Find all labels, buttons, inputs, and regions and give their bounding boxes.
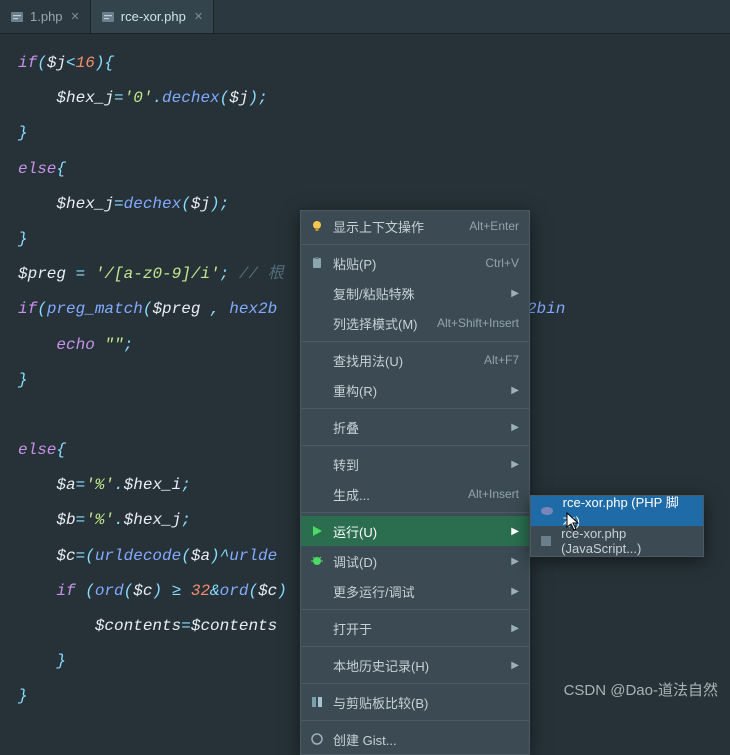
chevron-right-icon: ▶	[511, 526, 519, 537]
submenu-run: rce-xor.php (PHP 脚本)rce-xor.php (JavaScr…	[530, 495, 704, 557]
menu-item[interactable]: 本地历史记录(H) ▶	[301, 650, 529, 680]
menu-item-label: 显示上下文操作	[333, 217, 461, 236]
close-icon[interactable]: ✕	[194, 10, 203, 23]
chevron-right-icon: ▶	[511, 586, 519, 597]
php-file-icon	[101, 10, 115, 24]
menu-item-label: 折叠	[333, 418, 503, 437]
paste-icon	[309, 256, 325, 270]
chevron-right-icon: ▶	[511, 660, 519, 671]
menu-item[interactable]: 运行(U) ▶	[301, 516, 529, 546]
menu-item-label: 与剪贴板比较(B)	[333, 693, 519, 712]
menu-item-label: 粘贴(P)	[333, 254, 477, 273]
menu-separator	[301, 408, 529, 409]
menu-item-label: 查找用法(U)	[333, 351, 476, 370]
tab-bar: 1.php ✕ rce-xor.php ✕	[0, 0, 730, 34]
menu-item-label: 调试(D)	[333, 552, 503, 571]
menu-separator	[301, 341, 529, 342]
menu-item[interactable]: 调试(D) ▶	[301, 546, 529, 576]
menu-item[interactable]: 显示上下文操作 Alt+Enter	[301, 211, 529, 241]
menu-item-shortcut: Alt+F7	[484, 353, 519, 367]
menu-item[interactable]: 创建 Gist...	[301, 724, 529, 754]
menu-item-shortcut: Alt+Enter	[469, 219, 519, 233]
menu-item-label: 运行(U)	[333, 522, 503, 541]
gist-icon	[309, 732, 325, 746]
menu-item[interactable]: 折叠 ▶	[301, 412, 529, 442]
menu-item-label: 创建 Gist...	[333, 730, 519, 749]
submenu-item-label: rce-xor.php (PHP 脚本)	[563, 492, 693, 530]
menu-item[interactable]: 生成... Alt+Insert	[301, 479, 529, 509]
submenu-item-label: rce-xor.php (JavaScript...)	[561, 526, 693, 556]
menu-item-label: 重构(R)	[333, 381, 503, 400]
context-menu: 显示上下文操作 Alt+Enter 粘贴(P) Ctrl+V 复制/粘贴特殊 ▶ 列选择模式…	[300, 210, 530, 755]
tab-rce-xor-php[interactable]: rce-xor.php ✕	[91, 0, 214, 33]
menu-item-label: 转到	[333, 455, 503, 474]
menu-item-label: 打开于	[333, 619, 503, 638]
diff-icon	[309, 695, 325, 709]
menu-item-label: 生成...	[333, 485, 460, 504]
chevron-right-icon: ▶	[511, 556, 519, 567]
tab-label: rce-xor.php	[121, 9, 186, 24]
menu-item-shortcut: Alt+Shift+Insert	[437, 316, 519, 330]
menu-item[interactable]: 复制/粘贴特殊 ▶	[301, 278, 529, 308]
watermark: CSDN @Dao-道法自然	[564, 679, 718, 700]
submenu-item[interactable]: rce-xor.php (JavaScript...)	[531, 526, 703, 556]
js-icon	[539, 534, 553, 548]
menu-separator	[301, 646, 529, 647]
menu-separator	[301, 609, 529, 610]
menu-item-shortcut: Alt+Insert	[468, 487, 519, 501]
menu-item[interactable]: 打开于 ▶	[301, 613, 529, 643]
chevron-right-icon: ▶	[511, 422, 519, 433]
menu-item[interactable]: 转到 ▶	[301, 449, 529, 479]
menu-separator	[301, 445, 529, 446]
menu-item-label: 复制/粘贴特殊	[333, 284, 503, 303]
menu-separator	[301, 244, 529, 245]
menu-separator	[301, 683, 529, 684]
chevron-right-icon: ▶	[511, 385, 519, 396]
menu-separator	[301, 512, 529, 513]
menu-item[interactable]: 列选择模式(M) Alt+Shift+Insert	[301, 308, 529, 338]
php-file-icon	[10, 10, 24, 24]
submenu-item[interactable]: rce-xor.php (PHP 脚本)	[531, 496, 703, 526]
chevron-right-icon: ▶	[511, 459, 519, 470]
chevron-right-icon: ▶	[511, 623, 519, 634]
menu-item[interactable]: 更多运行/调试 ▶	[301, 576, 529, 606]
bug-icon	[309, 554, 325, 568]
tab-label: 1.php	[30, 9, 63, 24]
play-icon	[309, 525, 325, 537]
php-icon	[539, 504, 555, 518]
menu-item[interactable]: 与剪贴板比较(B)	[301, 687, 529, 717]
bulb-icon	[309, 219, 325, 233]
menu-item[interactable]: 重构(R) ▶	[301, 375, 529, 405]
menu-item[interactable]: 粘贴(P) Ctrl+V	[301, 248, 529, 278]
menu-item-label: 列选择模式(M)	[333, 314, 429, 333]
tab-1-php[interactable]: 1.php ✕	[0, 0, 91, 33]
chevron-right-icon: ▶	[511, 288, 519, 299]
menu-separator	[301, 720, 529, 721]
menu-item-label: 本地历史记录(H)	[333, 656, 503, 675]
close-icon[interactable]: ✕	[71, 10, 80, 23]
menu-item-label: 更多运行/调试	[333, 582, 503, 601]
menu-item[interactable]: 查找用法(U) Alt+F7	[301, 345, 529, 375]
menu-item-shortcut: Ctrl+V	[485, 256, 519, 270]
